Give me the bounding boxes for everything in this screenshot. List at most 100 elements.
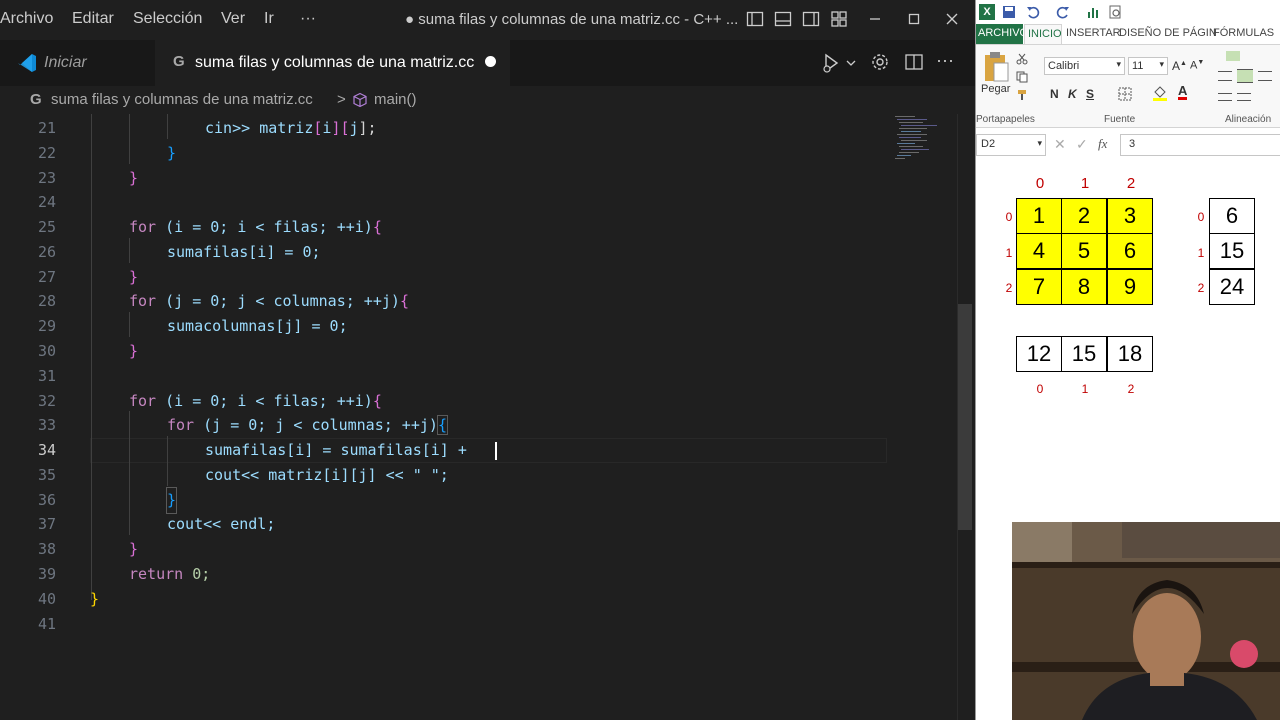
line-number: 33 — [37, 416, 56, 434]
breadcrumb-separator: > — [337, 91, 346, 108]
code-editor[interactable]: 21 22 23 24 25 26 27 28 29 30 31 32 33 3… — [0, 114, 975, 720]
line-number: 36 — [37, 491, 56, 509]
matrix-cell[interactable]: 3 — [1107, 198, 1153, 234]
colsum-index: 0 — [1036, 382, 1044, 396]
redo-icon[interactable] — [1056, 5, 1070, 19]
code-line-39: return 0; — [129, 565, 211, 583]
font-name-select[interactable]: Calibri ▾ — [1044, 57, 1125, 75]
run-debug-icon[interactable] — [820, 52, 842, 74]
line-number: 23 — [37, 169, 56, 187]
matrix-cell[interactable]: 1 — [1016, 198, 1062, 234]
chevron-down-icon[interactable] — [845, 57, 857, 69]
print-preview-icon[interactable] — [1108, 5, 1122, 19]
more-actions-icon[interactable]: ··· — [936, 50, 954, 71]
col-sum-cell[interactable]: 12 — [1016, 336, 1062, 372]
toggle-secondary-sidebar-icon[interactable] — [802, 10, 820, 28]
increase-font-icon[interactable]: A▲ — [1172, 59, 1187, 73]
cancel-entry-icon[interactable]: ✕ — [1054, 136, 1066, 153]
code-line-34: sumafilas[i] = sumafilas[i] + — [205, 441, 476, 459]
decrease-indent-icon[interactable] — [1218, 93, 1232, 101]
matrix-cell[interactable]: 6 — [1107, 233, 1153, 269]
menu-more[interactable]: ··· — [300, 10, 316, 28]
tab-iniciar[interactable]: Iniciar — [0, 40, 155, 86]
customize-layout-icon[interactable] — [830, 10, 848, 28]
chart-icon[interactable] — [1086, 5, 1100, 19]
copy-icon[interactable] — [1016, 71, 1028, 83]
unsaved-dot-icon[interactable] — [485, 56, 496, 67]
matrix-cell[interactable]: 7 — [1016, 269, 1062, 305]
col-sum-cell[interactable]: 18 — [1107, 336, 1153, 372]
close-icon[interactable] — [943, 10, 961, 28]
formula-bar: D2 ▾ ✕ ✓ fx 3 — [976, 134, 1280, 156]
split-editor-icon[interactable] — [904, 52, 924, 72]
code-line-38: } — [129, 540, 139, 558]
menu-archivo[interactable]: Archivo — [0, 10, 53, 28]
paste-icon[interactable] — [982, 51, 1010, 83]
vertical-scrollbar[interactable] — [957, 114, 972, 720]
ribbon-tab-archivo[interactable]: ARCHIVO — [976, 24, 1028, 44]
decrease-font-icon[interactable]: A▼ — [1190, 59, 1204, 72]
ribbon-tab-insertar[interactable]: INSERTAR — [1066, 27, 1121, 39]
italic-button[interactable]: K — [1068, 87, 1077, 101]
align-left-icon[interactable] — [1218, 71, 1232, 81]
formula-input[interactable]: 3 — [1120, 134, 1280, 156]
minimize-icon[interactable] — [866, 10, 884, 28]
insert-function-icon[interactable]: fx — [1098, 136, 1107, 152]
scrollbar-thumb[interactable] — [958, 304, 972, 530]
menu-editar[interactable]: Editar — [72, 10, 114, 28]
confirm-entry-icon[interactable]: ✓ — [1076, 136, 1088, 153]
bold-button[interactable]: N — [1050, 87, 1059, 101]
ribbon-tab-inicio[interactable]: INICIO — [1024, 24, 1062, 45]
matrix-cell[interactable]: 4 — [1016, 233, 1062, 269]
undo-icon[interactable] — [1026, 5, 1040, 19]
underline-button[interactable]: S — [1086, 87, 1094, 101]
group-label-alineacion: Alineación — [1225, 114, 1272, 125]
col-index: 0 — [1035, 175, 1045, 192]
menu-ver[interactable]: Ver — [221, 10, 245, 28]
matrix-cell[interactable]: 8 — [1061, 269, 1107, 305]
code-line-21: cin>> matriz[i][j]; — [205, 119, 377, 137]
align-center-icon[interactable] — [1237, 69, 1253, 83]
toggle-sidebar-icon[interactable] — [746, 10, 764, 28]
save-icon[interactable] — [1002, 5, 1016, 19]
gear-icon[interactable] — [870, 52, 890, 72]
toggle-panel-icon[interactable] — [774, 10, 792, 28]
ribbon-home: Pegar Calibri ▾ 11 ▾ A▲ A▼ N K S A Portapa… — [976, 44, 1280, 128]
increase-indent-icon[interactable] — [1237, 93, 1251, 101]
line-number: 41 — [37, 615, 56, 633]
row-sum-cell[interactable]: 6 — [1209, 198, 1255, 234]
paste-label[interactable]: Pegar — [981, 83, 1010, 95]
ribbon-tab-formulas[interactable]: FÓRMULAS — [1213, 27, 1274, 39]
cpp-file-icon: G — [30, 91, 42, 108]
rowsum-index: 1 — [1197, 246, 1205, 260]
font-color-icon[interactable]: A — [1178, 84, 1188, 100]
fill-color-icon[interactable] — [1152, 85, 1168, 101]
code-line-35: cout<< matriz[i][j] << " "; — [205, 466, 449, 484]
menu-ir[interactable]: Ir — [264, 10, 274, 28]
breadcrumb-file[interactable]: suma filas y columnas de una matriz.cc — [51, 91, 313, 108]
matrix-cell[interactable]: 9 — [1107, 269, 1153, 305]
breadcrumb-symbol[interactable]: main() — [374, 91, 417, 108]
row-sum-cell[interactable]: 24 — [1209, 269, 1255, 305]
indent-guide — [129, 114, 130, 164]
align-right-icon[interactable] — [1258, 71, 1272, 81]
menu-seleccion[interactable]: Selección — [133, 10, 202, 28]
line-number: 27 — [37, 268, 56, 286]
format-painter-icon[interactable] — [1016, 89, 1028, 101]
matrix-cell[interactable]: 2 — [1061, 198, 1107, 234]
col-sum-cell[interactable]: 15 — [1061, 336, 1107, 372]
cut-icon[interactable] — [1016, 53, 1028, 65]
tab-active-file[interactable]: G suma filas y columnas de una matriz.cc — [155, 40, 510, 86]
matrix-cell[interactable]: 5 — [1061, 233, 1107, 269]
align-top-icon[interactable] — [1226, 51, 1240, 61]
ribbon-tab-diseno[interactable]: DISEÑO DE PÁGIN — [1119, 27, 1217, 39]
name-box[interactable]: D2 ▾ — [976, 134, 1046, 156]
indent-guide — [91, 114, 92, 600]
text-cursor — [495, 442, 497, 460]
font-size-select[interactable]: 11 ▾ — [1128, 57, 1168, 75]
group-label-fuente: Fuente — [1104, 114, 1136, 125]
row-sum-cell[interactable]: 15 — [1209, 233, 1255, 269]
maximize-icon[interactable] — [905, 10, 923, 28]
minimap[interactable] — [893, 114, 953, 174]
borders-icon[interactable] — [1118, 87, 1132, 101]
